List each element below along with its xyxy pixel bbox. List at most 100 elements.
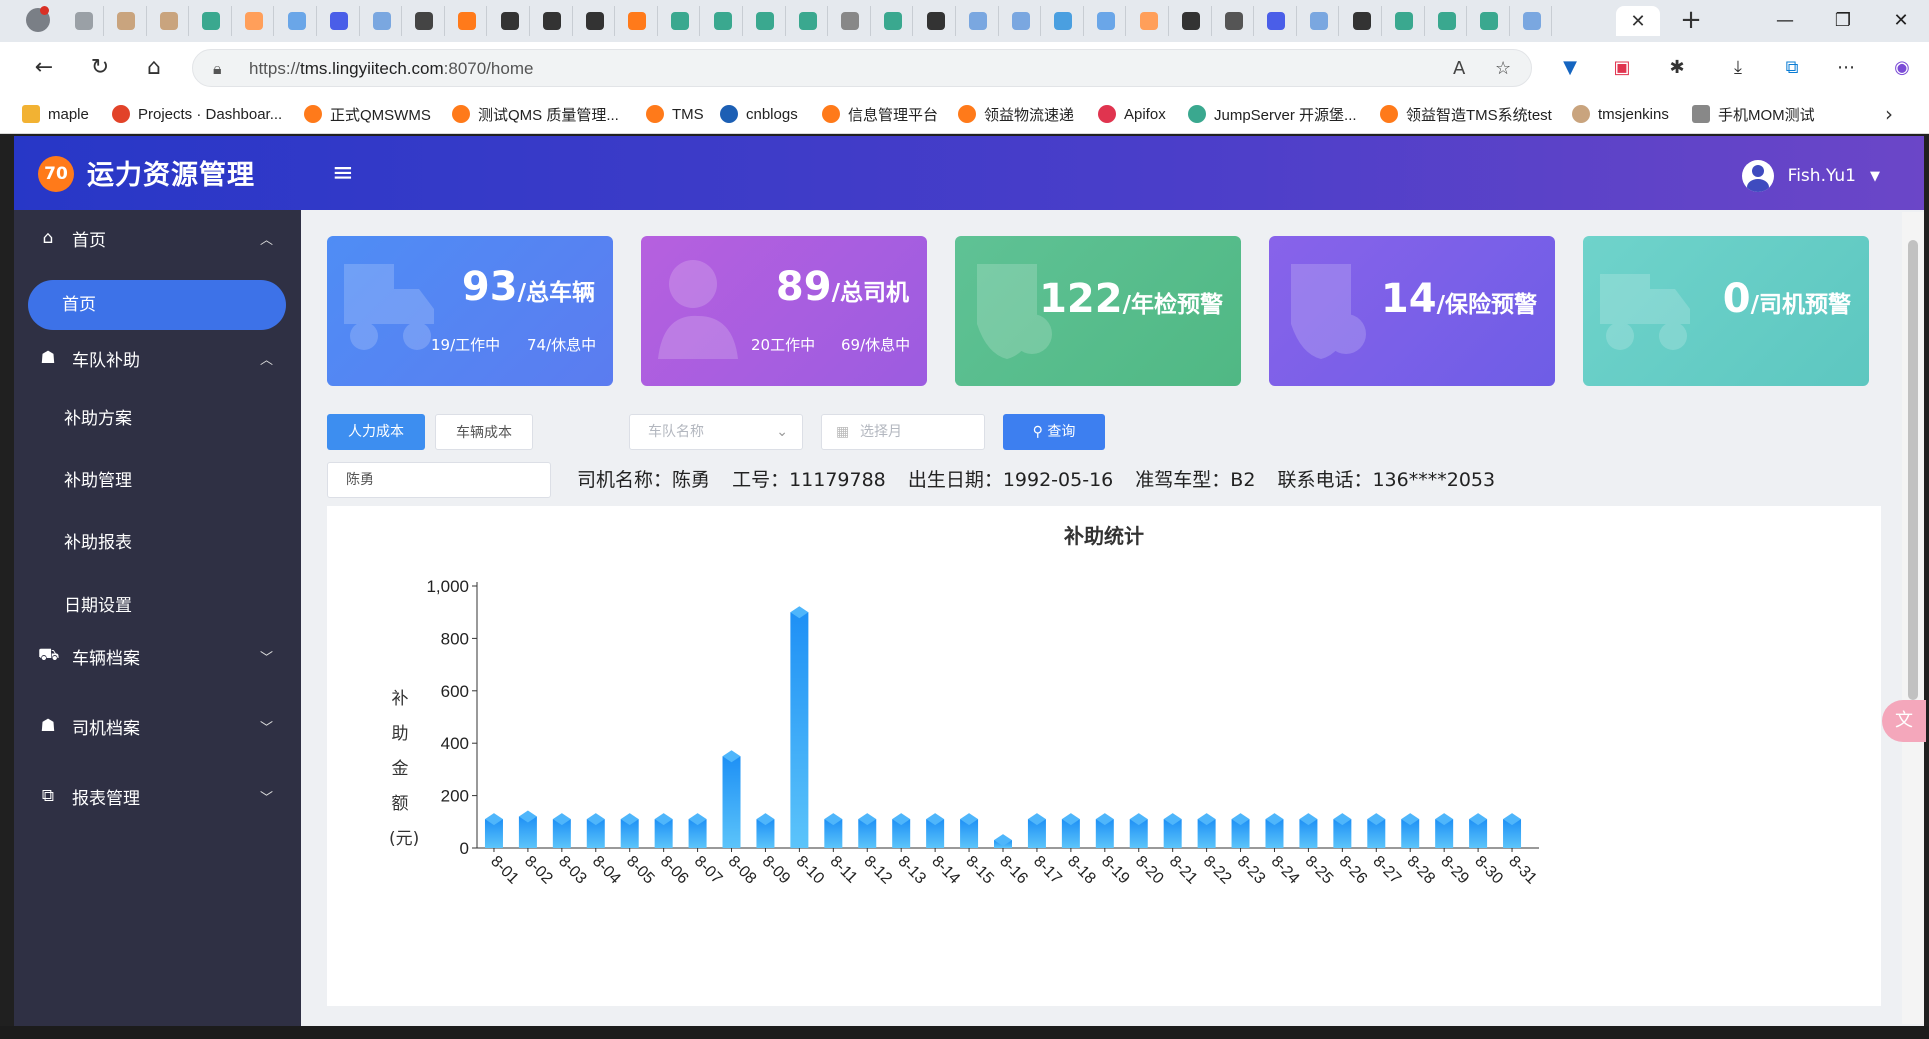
- browser-tab[interactable]: [533, 6, 573, 36]
- extension-translate-icon[interactable]: ▣: [1608, 54, 1636, 82]
- favorite-star-icon[interactable]: ☆: [1495, 58, 1511, 79]
- sidebar-item-subsidy[interactable]: ☗ 车队补助 ︿: [14, 330, 301, 386]
- bookmark-item[interactable]: Projects · Dashboar...: [112, 104, 282, 124]
- browser-tab[interactable]: [1172, 6, 1212, 36]
- browser-tab[interactable]: [660, 6, 701, 36]
- profile-avatar-icon[interactable]: [26, 6, 50, 32]
- browser-tab[interactable]: [575, 6, 616, 36]
- bookmark-item[interactable]: TMS: [646, 104, 704, 124]
- menu-toggle-icon[interactable]: ≡: [332, 158, 354, 188]
- browser-tab[interactable]: [1299, 6, 1340, 36]
- address-bar[interactable]: 🔒︎ https://tms.lingyiitech.com:8070/home…: [192, 49, 1532, 87]
- browser-tab[interactable]: [107, 6, 147, 36]
- bookmark-item[interactable]: maple: [22, 104, 89, 124]
- tab-vehicle-cost[interactable]: 车辆成本: [435, 414, 533, 450]
- bookmark-item[interactable]: 手机MOM测试: [1692, 104, 1815, 124]
- bookmark-item[interactable]: 领益物流速递: [958, 104, 1074, 124]
- bookmark-item[interactable]: Apifox: [1098, 104, 1166, 124]
- stat-card-insurance[interactable]: 14/保险预警: [1269, 236, 1555, 386]
- back-icon[interactable]: ←: [28, 52, 60, 84]
- stat-card-inspection[interactable]: 122/年检预警: [955, 236, 1241, 386]
- copilot-icon[interactable]: ◉: [1888, 54, 1916, 82]
- browser-tab[interactable]: [1044, 6, 1084, 36]
- x-tick-label: 8-08: [725, 853, 760, 888]
- browser-tab[interactable]: [1427, 6, 1468, 36]
- browser-tab[interactable]: [1470, 6, 1510, 36]
- sidebar-subitem-date[interactable]: 日期设置: [64, 591, 132, 616]
- scrollbar-thumb[interactable]: [1908, 240, 1918, 700]
- sidebar-subitem-manage[interactable]: 补助管理: [64, 466, 132, 491]
- team-name-select[interactable]: 车队名称 ⌄: [629, 414, 803, 450]
- sidebar-subitem-plan[interactable]: 补助方案: [64, 404, 132, 429]
- browser-tab[interactable]: [277, 6, 317, 36]
- sidebar-item-reports[interactable]: ⧉ 报表管理 ﹀: [14, 768, 301, 824]
- bookmark-item[interactable]: 正式QMSWMS: [304, 104, 431, 124]
- tab-favicon-icon: [1522, 12, 1541, 30]
- browser-tab[interactable]: [1385, 6, 1425, 36]
- browser-tab[interactable]: [1512, 6, 1553, 36]
- browser-tab[interactable]: [959, 6, 999, 36]
- bookmark-item[interactable]: JumpServer 开源堡...: [1188, 104, 1357, 124]
- browser-tab[interactable]: [64, 6, 104, 36]
- bookmark-item[interactable]: cnblogs: [720, 104, 798, 124]
- x-tick-label: 8-17: [1030, 853, 1065, 888]
- browser-tab[interactable]: [192, 6, 232, 36]
- extensions-puzzle-icon[interactable]: ✱: [1663, 54, 1691, 82]
- home-icon[interactable]: ⌂: [138, 52, 170, 84]
- browser-tab[interactable]: [873, 6, 914, 36]
- extension-v-icon[interactable]: ▼: [1556, 54, 1584, 82]
- bookmark-item[interactable]: 信息管理平台: [822, 104, 938, 124]
- browser-tab[interactable]: [746, 6, 786, 36]
- driver-name-input[interactable]: 陈勇: [327, 462, 551, 498]
- browser-tab[interactable]: [362, 6, 403, 36]
- tab-labor-cost[interactable]: 人力成本: [327, 414, 425, 450]
- refresh-icon[interactable]: ↻: [84, 52, 116, 84]
- stat-card-drivers[interactable]: 89/总司机 20工作中 69/休息中: [641, 236, 927, 386]
- browser-tab[interactable]: [916, 6, 956, 36]
- stat-card-driver-alert[interactable]: 0/司机预警: [1583, 236, 1869, 386]
- browser-tab[interactable]: [405, 6, 445, 36]
- browser-tab[interactable]: [447, 6, 488, 36]
- close-tab-icon[interactable]: ✕: [1630, 11, 1645, 32]
- month-picker[interactable]: ▦ 选择月: [821, 414, 985, 450]
- browser-tab[interactable]: [703, 6, 743, 36]
- bookmark-item[interactable]: 测试QMS 质量管理...: [452, 104, 619, 124]
- browser-tab[interactable]: [490, 6, 530, 36]
- read-aloud-icon[interactable]: A: [1453, 58, 1465, 79]
- user-menu[interactable]: Fish.Yu1 ▼: [1741, 160, 1880, 192]
- sidebar-item-driver[interactable]: ☗ 司机档案 ﹀: [14, 698, 301, 754]
- new-tab-button[interactable]: +: [1676, 6, 1706, 36]
- x-tick-label: 8-12: [860, 853, 895, 888]
- browser-tab[interactable]: [149, 6, 190, 36]
- browser-tab-active[interactable]: ✕: [1616, 6, 1660, 36]
- bookmark-item[interactable]: 领益智造TMS系统test: [1380, 104, 1552, 124]
- sidebar-subitem-report[interactable]: 补助报表: [64, 528, 132, 553]
- browser-tab[interactable]: [831, 6, 871, 36]
- downloads-icon[interactable]: ⤓: [1724, 54, 1752, 82]
- bookmark-item[interactable]: tmsjenkins: [1572, 104, 1669, 124]
- browser-tab[interactable]: [1001, 6, 1042, 36]
- browser-tab[interactable]: [1086, 6, 1127, 36]
- browser-tab[interactable]: [1342, 6, 1382, 36]
- sidebar-subitem-home[interactable]: 首页: [28, 280, 286, 330]
- browser-tab[interactable]: [788, 6, 829, 36]
- bookmarks-overflow-chevron-icon[interactable]: ›: [1885, 102, 1893, 126]
- lock-icon[interactable]: 🔒︎: [213, 59, 222, 79]
- minimize-button[interactable]: —: [1760, 4, 1810, 38]
- browser-tab[interactable]: [1214, 6, 1255, 36]
- browser-tab[interactable]: [618, 6, 658, 36]
- sidebar-item-vehicle[interactable]: ⛟ 车辆档案 ﹀: [14, 628, 301, 684]
- browser-tab[interactable]: [1257, 6, 1297, 36]
- browser-tab[interactable]: [1129, 6, 1169, 36]
- sidebar-item-home[interactable]: ⌂ 首页 ︿: [14, 210, 301, 266]
- browser-tab[interactable]: [234, 6, 275, 36]
- query-button[interactable]: ⚲ 查询: [1003, 414, 1105, 450]
- collections-icon[interactable]: ⧉: [1778, 54, 1806, 82]
- stat-card-vehicles[interactable]: 93/总车辆 19/工作中 74/休息中: [327, 236, 613, 386]
- close-window-button[interactable]: ✕: [1876, 4, 1926, 38]
- translate-float-icon[interactable]: 文: [1882, 700, 1926, 742]
- more-menu-icon[interactable]: ⋯: [1832, 54, 1860, 82]
- browser-tab[interactable]: [320, 6, 360, 36]
- page-scrollbar[interactable]: [1902, 212, 1924, 1024]
- restore-button[interactable]: ❐: [1818, 4, 1868, 38]
